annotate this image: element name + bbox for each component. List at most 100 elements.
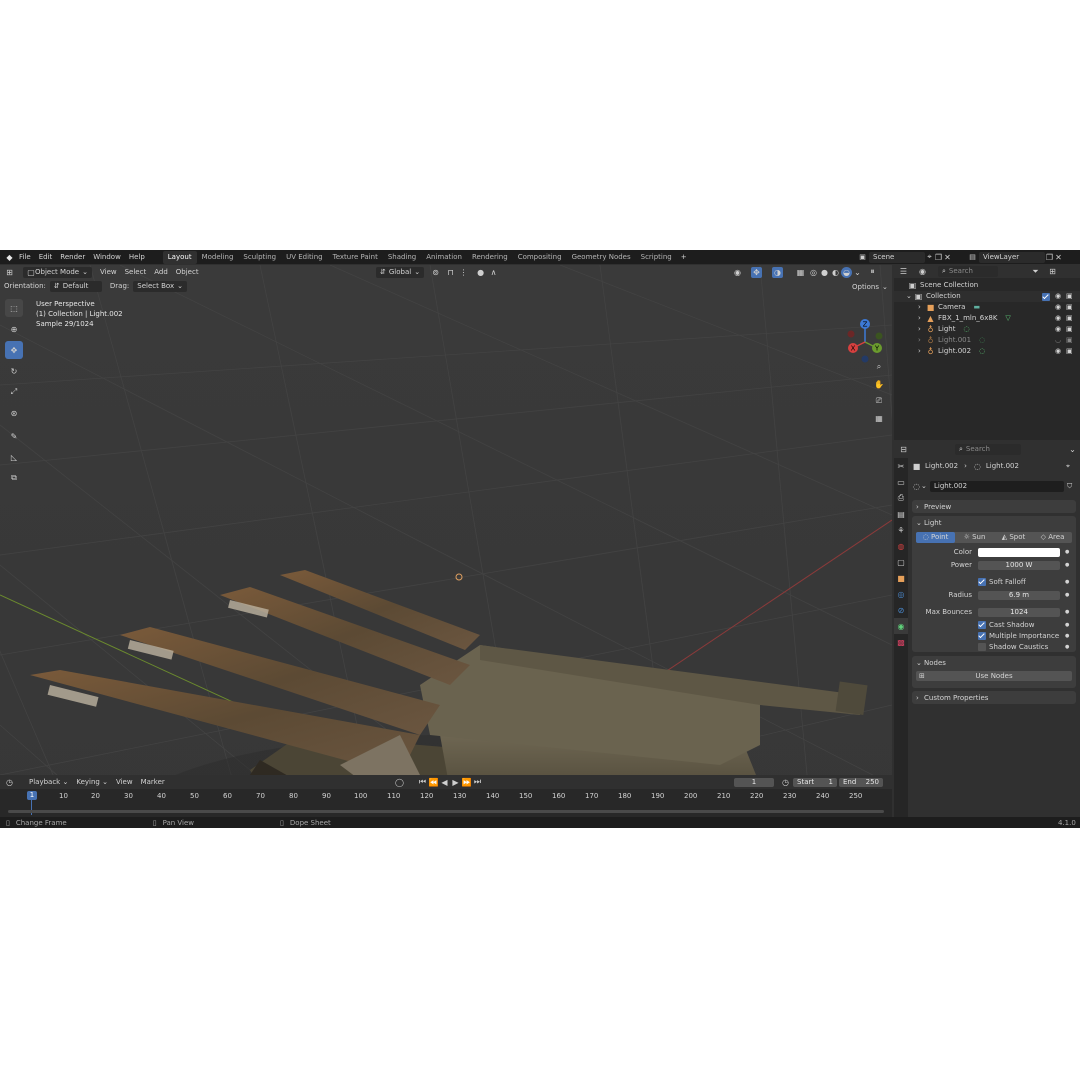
world-tab-icon[interactable]: ◍	[894, 538, 908, 554]
outliner-item-light[interactable]: › ♁ Light ◌ ◉ ▣	[894, 324, 1080, 335]
properties-search-input[interactable]: ⌕ Search	[955, 443, 1021, 455]
cursor-tool-icon[interactable]: ⊕	[5, 320, 23, 338]
scene-collection-row[interactable]: ▣ Scene Collection	[894, 280, 1080, 291]
expand-chevron-icon[interactable]: ›	[918, 335, 926, 346]
timeline-editor-icon[interactable]: ◷	[4, 777, 15, 788]
light-type-point[interactable]: ◌ Point	[916, 532, 955, 543]
color-swatch[interactable]	[978, 547, 1060, 557]
outliner-search-input[interactable]: ⌕ Search	[938, 266, 998, 277]
eye-icon[interactable]: ◉	[1055, 346, 1061, 357]
play-reverse-icon[interactable]: ◀	[439, 777, 450, 788]
filter-icon[interactable]: ⏷	[1030, 266, 1041, 277]
render-tab-icon[interactable]: ▭	[894, 474, 908, 490]
falloff-icon[interactable]: ∧	[488, 267, 499, 278]
camera-render-icon[interactable]: ▣	[1066, 313, 1073, 324]
camera-view-icon[interactable]: ⎚	[872, 394, 886, 408]
properties-editor-icon[interactable]: ⊟	[898, 444, 909, 455]
pin-icon[interactable]: ⌖	[925, 252, 934, 263]
menu-view[interactable]: View	[96, 267, 121, 278]
keyframe-dot-icon[interactable]: ●	[1065, 549, 1069, 555]
outliner-item-light-002[interactable]: › ♁ Light.002 ◌ ◉ ▣	[894, 346, 1080, 357]
scene-tab-icon[interactable]: ⚘	[894, 522, 908, 538]
menu-help[interactable]: Help	[125, 252, 149, 263]
auto-key-icon[interactable]: ◯	[394, 777, 405, 788]
eye-icon[interactable]: ◉	[1055, 313, 1061, 324]
annotate-tool-icon[interactable]: ✎	[5, 427, 23, 445]
camera-render-icon[interactable]: ▣	[1066, 335, 1073, 346]
rotate-tool-icon[interactable]: ↻	[5, 362, 23, 380]
timeline-ruler[interactable]: 1 10 20 30 40 50 60 70 80 90 100 110 120…	[0, 791, 892, 815]
keyframe-dot-icon[interactable]: ●	[1065, 644, 1069, 650]
fake-user-shield-icon[interactable]: ⛉	[1067, 482, 1072, 491]
view-menu[interactable]: View	[112, 777, 137, 788]
tab-shading[interactable]: Shading	[383, 252, 421, 263]
editor-type-icon[interactable]: ⊞	[4, 267, 15, 278]
viewlayer-name-field[interactable]: ViewLayer	[979, 251, 1045, 263]
add-workspace-button[interactable]: +	[677, 252, 691, 263]
nodes-panel-header[interactable]: ⌄ Nodes	[912, 656, 1076, 669]
object-tab-icon[interactable]: ■	[894, 570, 908, 586]
multiple-importance-row[interactable]: Multiple Importance ●	[978, 631, 1076, 641]
timeline-scrollbar[interactable]	[8, 810, 884, 813]
eye-icon[interactable]: ◉	[1055, 324, 1061, 335]
wireframe-shading-icon[interactable]: ◎	[808, 267, 819, 278]
mode-dropdown[interactable]: ▢ Object Mode ⌄	[23, 266, 92, 278]
scale-tool-icon[interactable]: ⤢	[5, 383, 23, 401]
gizmo-toggle-icon[interactable]: ✥	[751, 266, 762, 278]
overlay-toggle-icon[interactable]: ◑	[772, 266, 783, 278]
jump-end-icon[interactable]: ⏭	[472, 777, 483, 788]
prev-keyframe-icon[interactable]: ⏪	[428, 777, 439, 788]
expand-chevron-icon[interactable]: ›	[918, 346, 926, 357]
texture-tab-icon[interactable]: ▩	[894, 634, 908, 650]
viewlayer-selector[interactable]: ▤ ViewLayer ❐ ✕	[968, 251, 1078, 263]
light-type-area[interactable]: ◇ Area	[1033, 532, 1072, 543]
tool-tab-icon[interactable]: ✂	[894, 458, 908, 474]
snap-icon[interactable]: ⊓	[445, 267, 456, 278]
transform-orientation-dropdown[interactable]: ⇵ Global ⌄	[376, 266, 425, 278]
solid-shading-icon[interactable]: ●	[819, 267, 830, 278]
jump-start-icon[interactable]: ⏮	[417, 777, 428, 788]
frame-cursor[interactable]: 1	[27, 791, 37, 800]
cast-shadow-row[interactable]: Cast Shadow ●	[978, 620, 1076, 630]
tab-scripting[interactable]: Scripting	[636, 252, 677, 263]
radius-field[interactable]: 6.9 m	[978, 590, 1060, 600]
keyframe-dot-icon[interactable]: ●	[1065, 592, 1069, 598]
pan-hand-icon[interactable]: ✋	[872, 377, 886, 391]
chevron-down-icon[interactable]: ⌄	[1067, 444, 1078, 455]
multiple-importance-checkbox[interactable]	[978, 632, 986, 640]
marker-menu[interactable]: Marker	[137, 777, 169, 788]
expand-chevron-icon[interactable]: ›	[918, 302, 926, 313]
blender-logo-icon[interactable]: ◆	[4, 252, 15, 263]
play-icon[interactable]: ▶	[450, 777, 461, 788]
menu-object[interactable]: Object	[172, 267, 203, 278]
measure-tool-icon[interactable]: ◺	[5, 448, 23, 466]
light-type-spot[interactable]: ◭ Spot	[994, 532, 1033, 543]
menu-file[interactable]: File	[15, 252, 35, 263]
start-frame-field[interactable]: Start 1	[793, 777, 837, 787]
tab-sculpting[interactable]: Sculpting	[238, 252, 281, 263]
light-panel-header[interactable]: ⌄ Light	[912, 516, 1076, 529]
shadow-caustics-row[interactable]: Shadow Caustics ●	[978, 642, 1076, 652]
keyframe-dot-icon[interactable]: ●	[1065, 579, 1069, 585]
keyframe-dot-icon[interactable]: ●	[1065, 562, 1069, 568]
3d-viewport[interactable]: ⊞ ▢ Object Mode ⌄ View Select Add Object ⇵…	[0, 265, 892, 828]
collection-row[interactable]: ⌄ ▣ Collection ◉ ▣	[894, 291, 1080, 302]
drag-dropdown[interactable]: Select Box ⌄	[133, 280, 187, 292]
outliner-item-light-001[interactable]: › ♁ Light.001 ◌ ◡ ▣	[894, 335, 1080, 346]
rendered-shading-icon[interactable]: ◒	[841, 266, 852, 278]
light-data-tab-icon[interactable]: ◉	[894, 618, 908, 634]
menu-select[interactable]: Select	[121, 267, 151, 278]
camera-render-icon[interactable]: ▣	[1066, 324, 1073, 335]
preview-panel[interactable]: › Preview	[912, 500, 1076, 513]
use-nodes-button[interactable]: ⊞ Use Nodes	[916, 671, 1072, 681]
keyframe-dot-icon[interactable]: ●	[1065, 633, 1069, 639]
custom-properties-panel[interactable]: › Custom Properties	[912, 691, 1076, 704]
orientation-dropdown[interactable]: ⇵ Default	[49, 280, 102, 292]
xray-icon[interactable]: ▦	[795, 267, 806, 278]
add-cube-tool-icon[interactable]: ⧉	[5, 469, 23, 487]
menu-edit[interactable]: Edit	[35, 252, 57, 263]
tab-modeling[interactable]: Modeling	[197, 252, 239, 263]
camera-render-icon[interactable]: ▣	[1066, 302, 1073, 313]
tab-rendering[interactable]: Rendering	[467, 252, 513, 263]
eye-icon[interactable]: ◉	[1055, 302, 1061, 313]
